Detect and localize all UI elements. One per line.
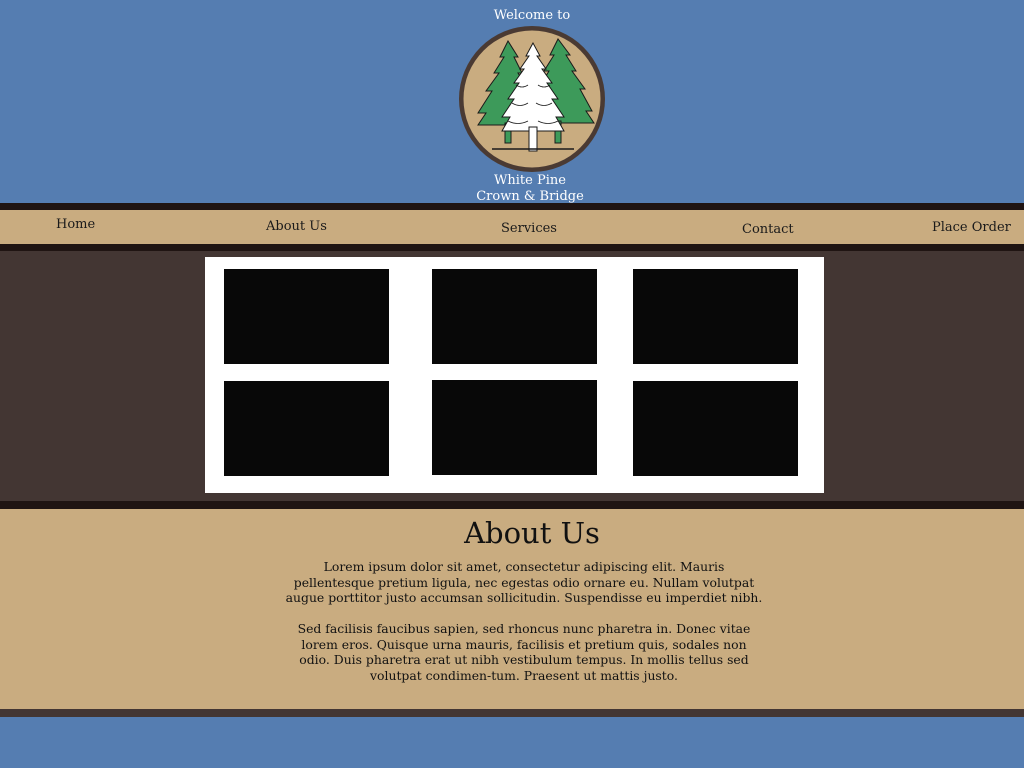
business-name-line1: White Pine — [494, 173, 566, 188]
gallery-thumbnail[interactable] — [432, 269, 597, 364]
nav-item-place-order[interactable]: Place Order — [932, 220, 1011, 235]
nav-item-about-us[interactable]: About Us — [266, 219, 327, 234]
nav-border: Home About Us Services Contact Place Ord… — [0, 203, 1024, 251]
about-title: About Us — [464, 516, 600, 550]
nav-item-services[interactable]: Services — [501, 221, 557, 236]
business-name: White Pine Crown & Bridge — [0, 173, 1024, 205]
bottom-divider — [0, 709, 1024, 717]
nav-item-contact[interactable]: Contact — [742, 222, 794, 237]
about-section: About Us Lorem ipsum dolor sit amet, con… — [0, 509, 1024, 709]
site-header: Welcome to White Pine Crown & Bridge — [0, 0, 1024, 205]
gallery-thumbnail[interactable] — [224, 381, 389, 476]
footer — [0, 717, 1024, 768]
nav-item-home[interactable]: Home — [56, 217, 95, 232]
about-paragraph-2: Sed facilisis faucibus sapien, sed rhonc… — [297, 621, 751, 683]
main-nav: Home About Us Services Contact Place Ord… — [0, 210, 1024, 244]
gallery-panel — [205, 257, 824, 493]
gallery-thumbnail[interactable] — [432, 380, 597, 475]
gallery-thumbnail[interactable] — [633, 269, 798, 364]
gallery-section — [0, 251, 1024, 501]
gallery-thumbnail[interactable] — [224, 269, 389, 364]
about-paragraph-1: Lorem ipsum dolor sit amet, consectetur … — [285, 559, 763, 606]
pine-trees-logo-icon[interactable] — [456, 23, 608, 175]
about-border: About Us Lorem ipsum dolor sit amet, con… — [0, 501, 1024, 717]
gallery-thumbnail[interactable] — [633, 381, 798, 476]
welcome-text: Welcome to — [493, 8, 571, 23]
